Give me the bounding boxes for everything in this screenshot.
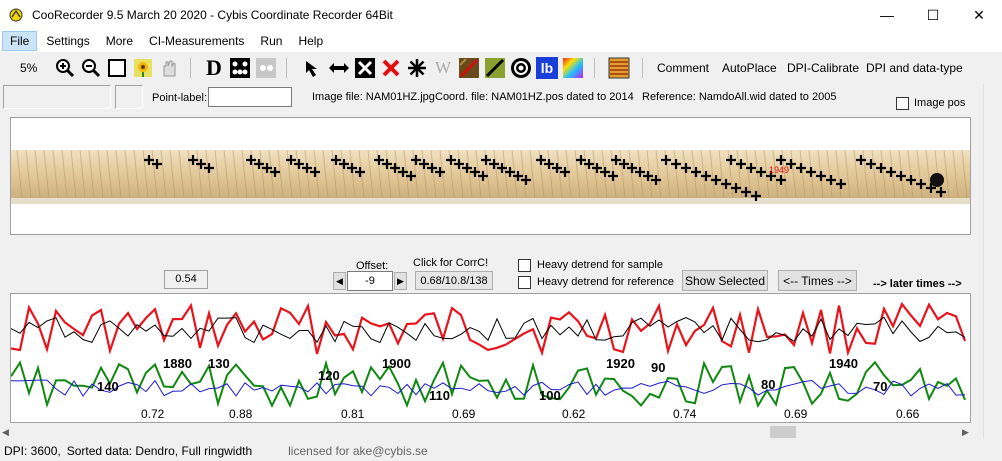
horizontal-scrollbar[interactable]: ◀ ▶: [0, 424, 982, 440]
d-tool-icon[interactable]: D: [203, 55, 225, 80]
point-label-label: Point-label:: [152, 92, 208, 104]
pointer-arrow-icon[interactable]: [302, 57, 324, 79]
correlation-value-box: 0.54: [164, 270, 208, 289]
reference-series-line: [11, 316, 966, 344]
status-dpi: DPI: 3600,: [4, 444, 61, 458]
coordinate-box: [3, 85, 111, 109]
year-label: 130: [208, 356, 230, 371]
wood-line-icon[interactable]: [484, 57, 506, 79]
correlation-label: 0.72: [141, 407, 165, 421]
dpi-datatype-button[interactable]: DPI and data-type: [866, 61, 963, 75]
minimize-button[interactable]: —: [864, 0, 910, 30]
maximize-button[interactable]: ☐: [910, 0, 956, 30]
menu-bar: File Settings More CI-Measurements Run H…: [0, 30, 1002, 52]
year-label: 1880: [163, 356, 192, 371]
year-label: 110: [429, 388, 450, 403]
sample-series-line: [11, 301, 967, 357]
point-label-input[interactable]: [208, 87, 292, 107]
year-label: 100: [539, 388, 561, 403]
ring-grid-icon[interactable]: [608, 57, 630, 79]
heavy-detrend-reference-label: Heavy detrend for reference: [537, 276, 674, 288]
menu-help[interactable]: Help: [291, 32, 330, 50]
reference-label: Reference: NamdoAll.wid dated to 2005: [642, 91, 837, 103]
ring-width-graph-svg[interactable]: 140 1880 130 120 1900 110 100 1920 90 80 1940 70 0.…: [11, 294, 971, 423]
status-license: licensed for ake@cybis.se: [288, 444, 428, 458]
year-label: 120: [318, 368, 340, 383]
click-corrc-label[interactable]: Click for CorrC!: [413, 257, 488, 269]
correlation-label: 0.69: [784, 407, 808, 421]
status-sorted: Sorted data: Dendro, Full ringwidth: [66, 444, 253, 458]
year-label: 1900: [382, 356, 411, 371]
app-logo-icon: [9, 8, 23, 22]
zoom-in-icon[interactable]: [54, 57, 76, 79]
target-icon[interactable]: [510, 57, 532, 79]
image-file-label: Image file: NAM01HZ.jpg: [312, 91, 435, 103]
menu-run[interactable]: Run: [253, 32, 289, 50]
menu-more[interactable]: More: [99, 32, 140, 50]
red-x-icon[interactable]: [380, 57, 402, 79]
color-palette-icon[interactable]: [562, 57, 584, 79]
status-box: [115, 85, 143, 109]
scrollbar-thumb[interactable]: [770, 426, 796, 438]
offset-left-arrow[interactable]: ◀: [333, 272, 346, 290]
dots-gray-icon[interactable]: [255, 57, 277, 79]
zoom-out-icon[interactable]: [80, 57, 102, 79]
zoom-level[interactable]: 5%: [20, 61, 37, 75]
dpi-calibrate-button[interactable]: DPI-Calibrate: [787, 61, 859, 75]
year-label: 80: [761, 377, 775, 392]
year-label: 140: [97, 379, 119, 394]
toolbar: 5% D W lb Comment AutoPlace DPI-Calibrat…: [0, 54, 1002, 82]
menu-settings[interactable]: Settings: [39, 32, 96, 50]
correlation-label: 0.69: [452, 407, 476, 421]
heavy-detrend-sample-checkbox[interactable]: [518, 259, 531, 272]
title-bar: CooRecorder 9.5 March 20 2020 - Cybis Co…: [0, 0, 1002, 30]
image-pos-checkbox[interactable]: [896, 97, 909, 110]
menu-ci-measurements[interactable]: CI-Measurements: [142, 32, 251, 50]
heavy-detrend-sample-label: Heavy detrend for sample: [537, 259, 663, 271]
menu-file[interactable]: File: [2, 31, 38, 51]
end-marker: [930, 173, 944, 187]
heavy-detrend-reference-checkbox[interactable]: [518, 276, 531, 289]
scroll-left-arrow-icon[interactable]: ◀: [2, 426, 14, 438]
year-label: 1940: [829, 356, 858, 371]
w-tool-icon[interactable]: W: [432, 57, 454, 79]
later-times-label: --> later times -->: [873, 278, 962, 290]
coord-file-label: Coord. file: NAM01HZ.pos dated to 2014: [435, 91, 634, 103]
hand-icon[interactable]: [158, 57, 180, 79]
offset-right-arrow[interactable]: ▶: [394, 272, 407, 290]
year-label: 1920: [606, 356, 635, 371]
status-bar: DPI: 3600, Sorted data: Dendro, Full rin…: [0, 441, 1002, 461]
wood-core-image[interactable]: 1949: [11, 118, 971, 235]
correlation-label: 0.74: [673, 407, 697, 421]
close-button[interactable]: ✕: [956, 0, 1002, 30]
scroll-right-arrow-icon[interactable]: ▶: [962, 426, 974, 438]
year-label: 90: [651, 360, 665, 375]
wood-core-image-panel[interactable]: 1949: [10, 117, 971, 235]
green-series-line: [11, 359, 966, 409]
offset-input[interactable]: -9: [347, 271, 393, 291]
autoplace-button[interactable]: AutoPlace: [722, 61, 777, 75]
show-selected-button[interactable]: Show Selected: [682, 270, 768, 291]
fit-window-icon[interactable]: [106, 57, 128, 79]
image-pos-label: Image pos: [914, 97, 966, 109]
comment-button[interactable]: Comment: [657, 61, 709, 75]
ring-width-graph[interactable]: 140 1880 130 120 1900 110 100 1920 90 80 1940 70 0.…: [10, 293, 971, 423]
delete-point-icon[interactable]: [354, 57, 376, 79]
lb-tool-icon[interactable]: lb: [536, 57, 558, 79]
flower-icon[interactable]: [132, 57, 154, 79]
correlation-label: 0.66: [896, 407, 920, 421]
corrc-value-button[interactable]: 0.68/10.8/138: [415, 271, 493, 290]
move-horizontal-icon[interactable]: [328, 57, 350, 79]
year-label: 70: [873, 379, 887, 394]
vertical-scrollbar[interactable]: [983, 84, 1000, 439]
times-button[interactable]: <-- Times -->: [778, 270, 857, 291]
correlation-label: 0.88: [229, 407, 253, 421]
dots-tool-icon[interactable]: [229, 57, 251, 79]
asterisk-icon[interactable]: [406, 57, 428, 79]
wood-red-icon[interactable]: [458, 57, 480, 79]
window-title: CooRecorder 9.5 March 20 2020 - Cybis Co…: [32, 8, 393, 22]
red-annotation: 1949: [769, 165, 789, 175]
correlation-label: 0.62: [562, 407, 586, 421]
correlation-label: 0.81: [341, 407, 365, 421]
